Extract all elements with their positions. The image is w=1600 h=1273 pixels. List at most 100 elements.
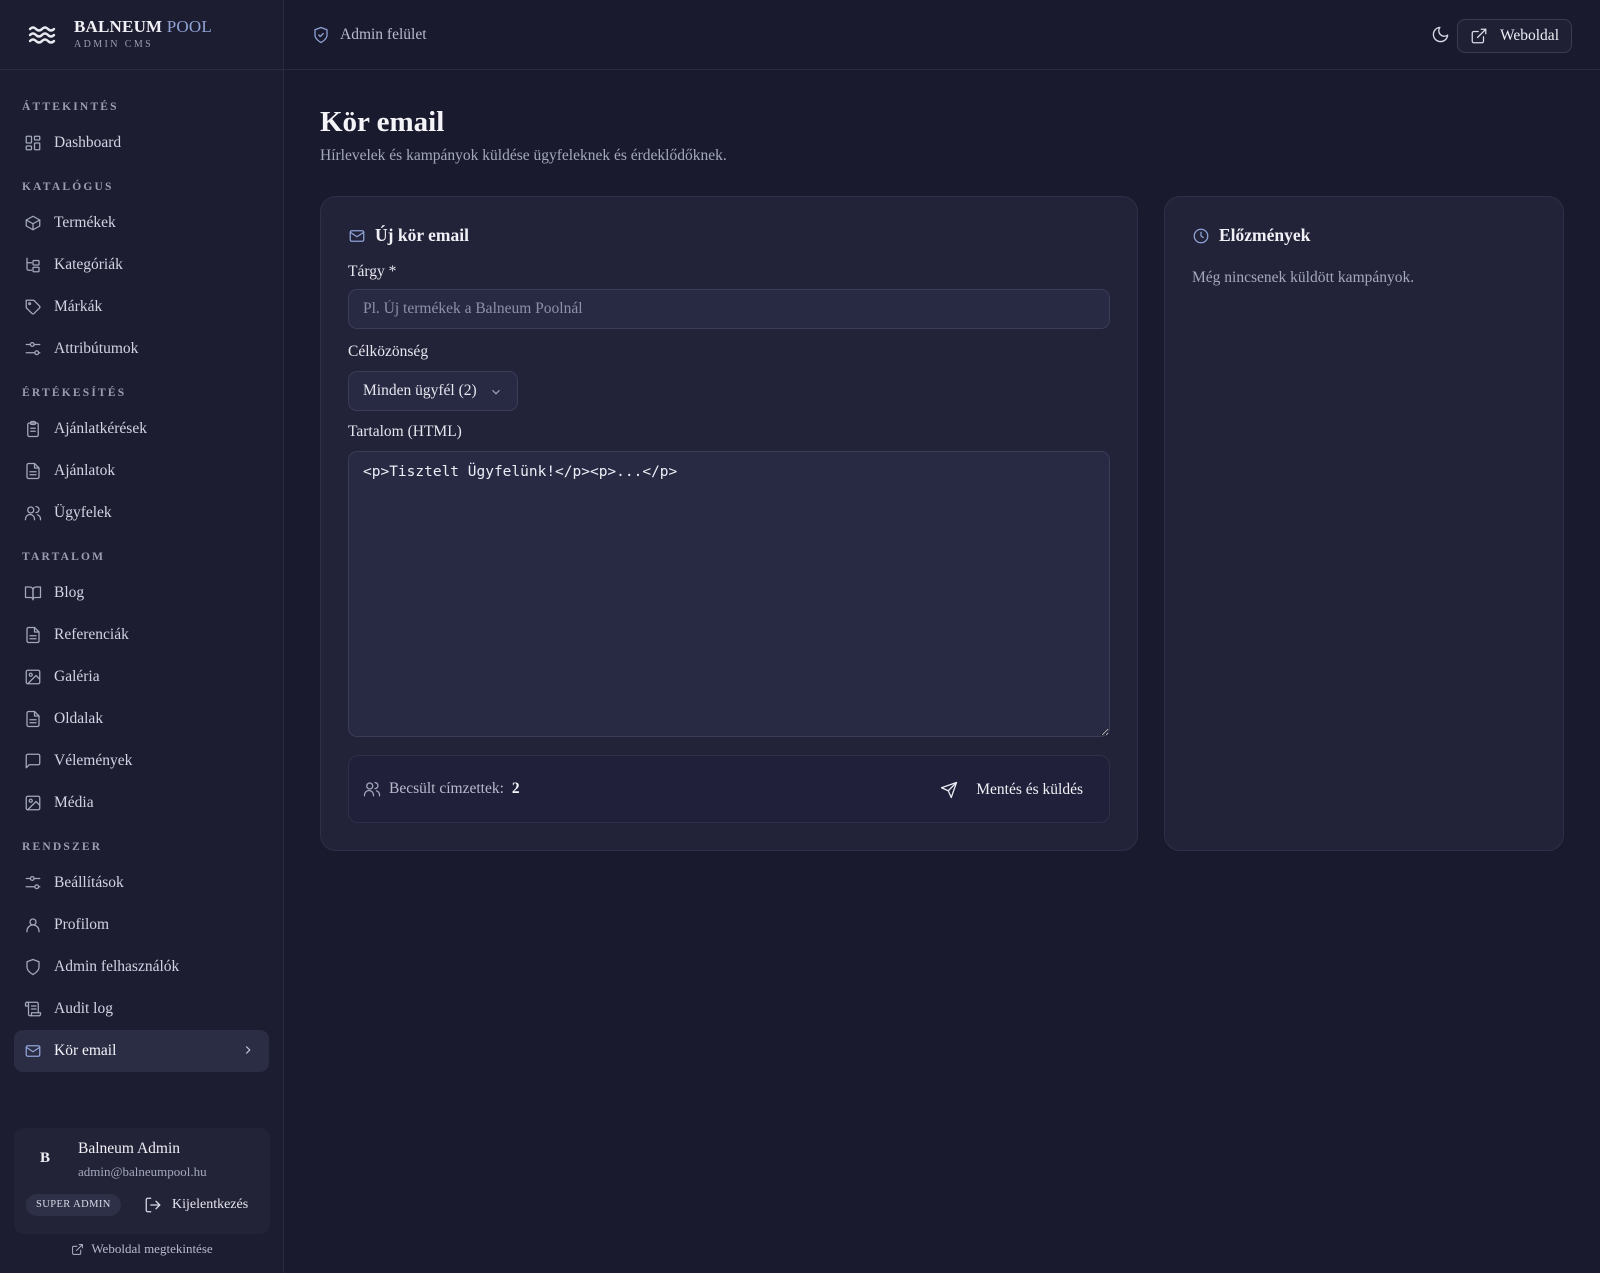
sidebar-item-label: Beállítások xyxy=(54,874,124,891)
sidebar-item-media[interactable]: Média xyxy=(0,782,283,824)
sidebar-item-ajanlatok[interactable]: Ajánlatok xyxy=(0,450,283,492)
sidebar-item-label: Ügyfelek xyxy=(54,504,112,521)
file-icon xyxy=(26,710,40,728)
theme-toggle-button[interactable] xyxy=(1431,25,1450,44)
logout-button[interactable]: Kijelentkezés xyxy=(144,1194,248,1216)
sliders-icon xyxy=(25,341,41,356)
box-icon xyxy=(25,215,41,231)
mail-icon xyxy=(25,1045,41,1057)
mail-icon xyxy=(349,229,365,242)
message-icon xyxy=(25,753,41,769)
save-and-send-button[interactable]: Mentés és küldés xyxy=(928,776,1095,804)
file-icon xyxy=(26,626,40,644)
recipients-estimate: Becsült címzettek: 2 xyxy=(363,780,520,798)
waves-logo-icon xyxy=(28,23,56,47)
sidebar-item-audit-log[interactable]: Audit log xyxy=(0,988,283,1030)
sidebar-item-admin-felhasznalok[interactable]: Admin felhasználók xyxy=(0,946,283,988)
recipients-label: Becsült címzettek: xyxy=(389,780,504,797)
sidebar-item-profilom[interactable]: Profilom xyxy=(0,904,283,946)
history-heading-label: Előzmények xyxy=(1219,225,1311,245)
nav-section-title: KATALÓGUS xyxy=(22,181,114,193)
sidebar-item-dashboard[interactable]: Dashboard xyxy=(0,122,283,164)
sidebar-item-label: Média xyxy=(54,794,94,811)
role-badge: SUPER ADMIN xyxy=(26,1194,121,1216)
audience-label: Célközönség xyxy=(348,343,429,360)
sidebar-item-label: Kategóriák xyxy=(54,256,123,273)
moon-icon xyxy=(1432,26,1449,43)
website-button-label: Weboldal xyxy=(1499,27,1559,44)
sidebar-item-label: Termékek xyxy=(54,214,116,231)
nav-section-title: RENDSZER xyxy=(22,841,103,853)
logout-icon xyxy=(145,1197,161,1213)
breadcrumb-label: Admin felület xyxy=(340,25,427,43)
sidebar-item-label: Admin felhasználók xyxy=(54,958,180,975)
sidebar-item-kategoriak[interactable]: Kategóriák xyxy=(0,244,283,286)
audience-value: Minden ügyfél (2) xyxy=(363,382,477,399)
sidebar-item-label: Márkák xyxy=(54,298,103,315)
content-label: Tartalom (HTML) xyxy=(348,423,462,440)
grid-icon xyxy=(25,135,41,151)
page-title: Kör email xyxy=(320,106,445,138)
nav-section-title: TARTALOM xyxy=(22,551,106,563)
logout-label: Kijelentkezés xyxy=(172,1197,249,1212)
subject-label: Tárgy * xyxy=(348,263,397,280)
external-link-icon xyxy=(72,1243,84,1255)
external-link-icon xyxy=(1471,28,1487,44)
image-icon xyxy=(25,795,41,811)
chevron-down-icon xyxy=(492,389,500,395)
sidebar-item-label: Oldalak xyxy=(54,710,104,727)
sidebar-item-markak[interactable]: Márkák xyxy=(0,286,283,328)
sidebar-item-label: Vélemények xyxy=(54,752,133,769)
sidebar-item-termekek[interactable]: Termékek xyxy=(0,202,283,244)
user-name: Balneum Admin xyxy=(78,1140,181,1157)
nav-section-title: ÉRTÉKESÍTÉS xyxy=(22,387,127,399)
audience-select[interactable]: Minden ügyfél (2) xyxy=(348,371,518,411)
tag-icon xyxy=(25,299,41,315)
topbar: Admin felület Weboldal xyxy=(284,0,1600,70)
sidebar-item-kor-email[interactable]: Kör email xyxy=(14,1030,269,1072)
send-icon xyxy=(941,781,958,799)
save-and-send-label: Mentés és küldés xyxy=(976,781,1083,798)
card-heading: Új kör email xyxy=(348,225,469,246)
history-heading: Előzmények xyxy=(1192,225,1310,246)
sidebar-item-referenciak[interactable]: Referenciák xyxy=(0,614,283,656)
clipboard-icon xyxy=(27,420,39,438)
sidebar-item-oldalak[interactable]: Oldalak xyxy=(0,698,283,740)
sidebar-item-blog[interactable]: Blog xyxy=(0,572,283,614)
users-icon xyxy=(24,505,42,521)
sidebar-item-attributumok[interactable]: Attribútumok xyxy=(0,328,283,370)
sidebar-item-ajanlatkeresek[interactable]: Ajánlatkérések xyxy=(0,408,283,450)
scroll-icon xyxy=(24,1001,42,1017)
brand-name: BALNEUM POOL xyxy=(74,16,212,36)
content-textarea[interactable] xyxy=(348,451,1110,737)
sidebar-item-label: Galéria xyxy=(54,668,100,685)
sidebar-item-beallitasok[interactable]: Beállítások xyxy=(0,862,283,904)
sidebar-item-label: Ajánlatkérések xyxy=(54,420,147,437)
sidebar-item-galeria[interactable]: Galéria xyxy=(0,656,283,698)
file-icon xyxy=(26,462,40,480)
card-heading-label: Új kör email xyxy=(375,225,469,245)
nav-section-title: ÁTTEKINTÉS xyxy=(22,101,119,113)
user-icon xyxy=(26,918,40,933)
new-email-card: Új kör email Tárgy * Célközönség Minden … xyxy=(320,196,1138,851)
users-icon xyxy=(363,781,381,797)
page-subtitle: Hírlevelek és kampányok küldése ügyfelek… xyxy=(320,147,727,164)
user-email: admin@balneumpool.hu xyxy=(78,1164,207,1179)
sidebar-item-label: Blog xyxy=(54,584,85,601)
view-site-link[interactable]: Weboldal megtekintése xyxy=(0,1241,284,1257)
history-card: Előzmények Még nincsenek küldött kampány… xyxy=(1164,196,1564,851)
subject-input[interactable] xyxy=(348,289,1110,329)
view-site-label: Weboldal megtekintése xyxy=(91,1241,213,1256)
sidebar: BALNEUM POOL ADMIN CMS ÁTTEKINTÉS Dashboa… xyxy=(0,0,284,1273)
brand[interactable]: BALNEUM POOL ADMIN CMS xyxy=(0,0,283,70)
sidebar-item-label: Profilom xyxy=(54,916,110,933)
sidebar-item-velemenyek[interactable]: Vélemények xyxy=(0,740,283,782)
user-card: B Balneum Admin admin@balneumpool.hu SUP… xyxy=(14,1128,270,1234)
sidebar-item-ugyfelek[interactable]: Ügyfelek xyxy=(0,492,283,534)
send-bar: Becsült címzettek: 2 Mentés és küldés xyxy=(348,755,1110,823)
brand-subtitle: ADMIN CMS xyxy=(74,38,154,50)
website-button[interactable]: Weboldal xyxy=(1456,19,1572,53)
sidebar-item-label: Audit log xyxy=(54,1000,113,1017)
sidebar-item-label: Ajánlatok xyxy=(54,462,116,479)
avatar: B xyxy=(40,1150,51,1166)
